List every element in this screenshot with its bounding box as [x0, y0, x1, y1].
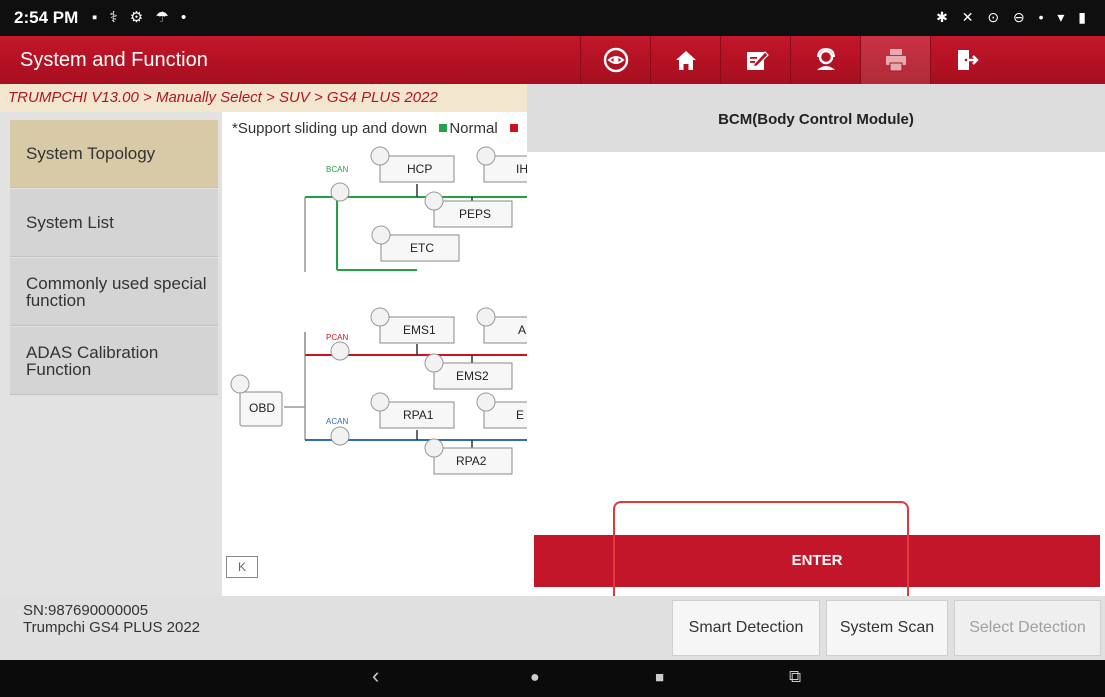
node-rpa1-label: RPA1: [403, 408, 434, 422]
diagnose-button[interactable]: [580, 36, 650, 84]
print-button[interactable]: [860, 36, 930, 84]
notification-icons: ▪ ⚕ ⚙ ☂ •: [92, 9, 191, 26]
breadcrumb-text: TRUMPCHI V13.00 > Manually Select > SUV …: [8, 89, 438, 106]
vehicle-info: Trumpchi GS4 PLUS 2022: [23, 619, 201, 636]
diagnose-icon: [603, 47, 628, 73]
sidebar-item-system-topology[interactable]: System Topology: [10, 120, 218, 188]
node-rpa1[interactable]: RPA1: [370, 392, 455, 429]
node-etc-label: ETC: [410, 241, 434, 255]
node-e-label: E: [516, 408, 524, 422]
page-title: System and Function: [20, 49, 208, 71]
remote-support-button[interactable]: [790, 36, 860, 84]
node-ems2[interactable]: EMS2: [424, 353, 513, 390]
nav-recents-icon[interactable]: ■: [655, 669, 664, 686]
sidebar-item-adas-calibration[interactable]: ADAS Calibration Function: [10, 327, 218, 395]
module-panel: BCM(Body Control Module) ENTER: [527, 84, 1105, 596]
sidebar-item-label: ADAS Calibration Function: [26, 342, 159, 379]
sidebar-item-label: System Topology: [26, 144, 156, 163]
bus-label-acan: ACAN: [326, 417, 348, 426]
node-ems2-label: EMS2: [456, 369, 489, 383]
status-bar: 2:54 PM ▪ ⚕ ⚙ ☂ • ✱ ✕ ⊙ ⊖ • ▾ ▮: [0, 0, 1105, 36]
node-e[interactable]: E: [476, 392, 527, 429]
node-ems1[interactable]: EMS1: [370, 307, 455, 344]
enter-button[interactable]: ENTER: [534, 535, 1100, 587]
edit-report-icon: [746, 51, 769, 70]
nav-screenshot-icon[interactable]: ⧉: [789, 667, 801, 687]
exit-icon: [957, 50, 979, 70]
node-rpa2[interactable]: RPA2: [424, 438, 513, 475]
node-rpa2-label: RPA2: [456, 454, 487, 468]
node-hcp[interactable]: HCP: [370, 146, 455, 183]
breadcrumb: TRUMPCHI V13.00 > Manually Select > SUV …: [0, 84, 527, 112]
collapse-sidebar-button[interactable]: K: [226, 556, 258, 578]
module-panel-header: BCM(Body Control Module): [527, 84, 1105, 152]
node-a[interactable]: A: [476, 307, 527, 344]
node-obd[interactable]: OBD: [230, 374, 283, 427]
node-a-label: A: [518, 323, 526, 337]
status-time: 2:54 PM: [14, 8, 79, 27]
nav-back-icon[interactable]: ‹: [372, 663, 379, 689]
module-title: BCM(Body Control Module): [718, 111, 914, 128]
node-peps-label: PEPS: [459, 207, 491, 221]
serial-number: SN:987690000005: [23, 602, 149, 619]
footer-bar: SN:987690000005 Trumpchi GS4 PLUS 2022 S…: [0, 596, 1105, 660]
node-ems1-label: EMS1: [403, 323, 436, 337]
topology-diagram: BCAN PCAN ACAN OBD HCP IH PEPS ETC EMS1 …: [230, 146, 527, 475]
print-icon: [885, 49, 906, 72]
exit-button[interactable]: [930, 36, 1000, 84]
node-obd-label: OBD: [249, 401, 275, 415]
node-ih[interactable]: IH: [476, 146, 527, 183]
bus-label-bcan: BCAN: [326, 165, 348, 174]
sidebar-item-system-list[interactable]: System List: [10, 189, 218, 257]
sidebar-item-special-function[interactable]: Commonly used special function: [10, 258, 218, 326]
sidebar-item-label: System List: [26, 213, 114, 232]
home-button[interactable]: [650, 36, 720, 84]
edit-report-button[interactable]: [720, 36, 790, 84]
system-status-icons: ✱ ✕ ⊙ ⊖ • ▾ ▮: [936, 9, 1091, 25]
home-icon: [675, 51, 696, 70]
node-etc[interactable]: ETC: [371, 225, 460, 262]
title-bar: System and Function: [0, 36, 1105, 84]
select-detection-button[interactable]: Select Detection: [954, 600, 1101, 656]
smart-detection-button[interactable]: Smart Detection: [672, 600, 820, 656]
sidebar-item-label: Commonly used special function: [26, 273, 207, 310]
bus-label-pcan: PCAN: [326, 333, 348, 342]
topology-view[interactable]: *Support sliding up and down Normal BCAN…: [222, 112, 527, 596]
system-nav-bar: ‹ ● ■ ⧉: [0, 660, 1105, 697]
nav-home-icon[interactable]: ●: [530, 669, 540, 687]
node-ih-label: IH: [516, 162, 527, 176]
remote-support-icon: [816, 48, 835, 70]
sidebar: System Topology System List Commonly use…: [0, 112, 222, 596]
node-hcp-label: HCP: [407, 162, 432, 176]
system-scan-button[interactable]: System Scan: [826, 600, 948, 656]
